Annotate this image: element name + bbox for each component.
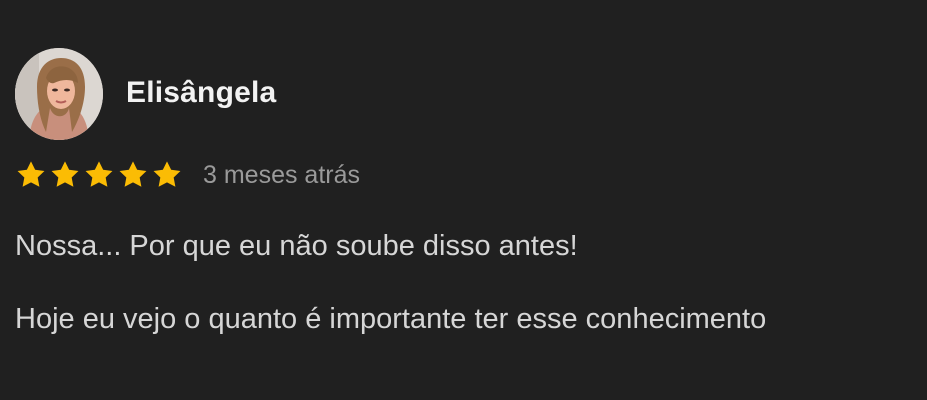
avatar-photo [15,48,103,140]
star-icon [51,161,79,187]
star-icon [119,161,147,187]
review-time: 3 meses atrás [203,160,361,189]
star-icon [153,161,181,187]
avatar[interactable] [15,48,103,140]
review-text-line-1: Nossa... Por que eu não soube disso ante… [15,230,578,262]
review-text-line-2: Hoje eu vejo o quanto é importante ter e… [15,303,767,335]
rating-row: 3 meses atrás [15,159,360,191]
review-card: Elisângela 3 meses atrás Nossa... Por qu… [0,0,927,400]
star-icon [85,161,113,187]
reviewer-name[interactable]: Elisângela [126,76,276,110]
review-header: Elisângela [15,48,276,140]
star-rating [15,159,183,191]
star-icon [17,161,45,187]
